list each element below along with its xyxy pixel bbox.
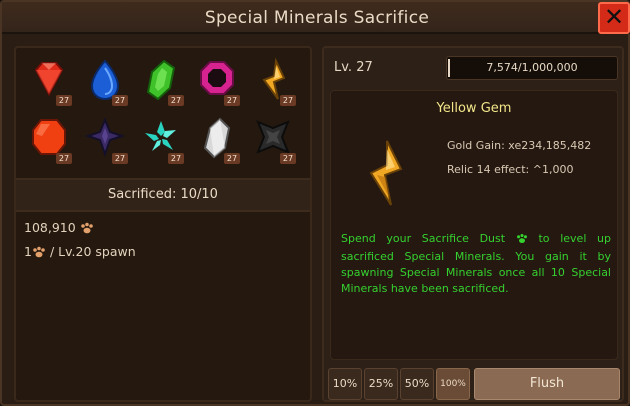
gem-count-badge: 27 xyxy=(280,153,296,164)
gem-slot-purple[interactable]: 27 xyxy=(80,114,130,166)
gem-count-badge: 27 xyxy=(56,153,72,164)
gem-count-badge: 27 xyxy=(168,95,184,106)
gem-slot-red[interactable]: 27 xyxy=(24,56,74,108)
gem-grid: 27 27 27 27 27 27 27 27 27 27 xyxy=(24,56,304,172)
dust-amount-row: 108,910 xyxy=(24,220,94,237)
gem-slot-cyan[interactable]: 27 xyxy=(136,114,186,166)
gem-slot-white[interactable]: 27 xyxy=(192,114,242,166)
gem-slot-blue[interactable]: 27 xyxy=(80,56,130,108)
gem-count-badge: 27 xyxy=(280,95,296,106)
yellow-gem-large-icon xyxy=(369,140,403,206)
gem-slot-yellow[interactable]: 27 xyxy=(248,56,298,108)
spawn-rate-row: 1 / Lv.20 spawn xyxy=(24,244,136,261)
gem-detail-panel: Lv. 27 7,574/1,000,000 Yellow Gem Gold G… xyxy=(322,46,624,402)
sacrificed-counter: Sacrificed: 10/10 xyxy=(16,178,310,212)
xp-progress-bar: 7,574/1,000,000 xyxy=(446,56,618,80)
gem-count-badge: 27 xyxy=(168,153,184,164)
level-label: Lv. 27 xyxy=(334,60,373,75)
gem-count-badge: 27 xyxy=(224,95,240,106)
sacrifice-amount-buttons: 10% 25% 50% 100% Flush xyxy=(328,368,622,400)
percent-25-button[interactable]: 25% xyxy=(364,368,398,400)
xp-progress-text: 7,574/1,000,000 xyxy=(486,61,578,74)
minerals-panel: 27 27 27 27 27 27 27 27 27 27 Sacrificed… xyxy=(14,46,312,402)
gem-count-badge: 27 xyxy=(56,95,72,106)
title-bar: Special Minerals Sacrifice ✕ xyxy=(2,2,630,34)
gem-detail-card: Yellow Gem Gold Gain: xe234,185,482 Reli… xyxy=(330,90,618,360)
gem-slot-black[interactable]: 27 xyxy=(248,114,298,166)
paw-dust-icon xyxy=(32,246,46,261)
gem-slot-pink[interactable]: 27 xyxy=(192,56,242,108)
spawn-rate-amount: 1 xyxy=(24,244,32,259)
gem-count-badge: 27 xyxy=(224,153,240,164)
percent-100-button[interactable]: 100% xyxy=(436,368,470,400)
window-title: Special Minerals Sacrifice xyxy=(204,8,430,28)
gem-count-badge: 27 xyxy=(112,153,128,164)
dust-amount: 108,910 xyxy=(24,220,76,235)
sacrifice-window: Special Minerals Sacrifice ✕ 27 27 27 27… xyxy=(0,0,630,406)
gem-count-badge: 27 xyxy=(112,95,128,106)
selected-gem-name: Yellow Gem xyxy=(436,101,512,116)
close-button[interactable]: ✕ xyxy=(598,2,630,34)
percent-10-button[interactable]: 10% xyxy=(328,368,362,400)
gold-gain-stat: Gold Gain: xe234,185,482 xyxy=(447,139,592,152)
paw-dust-icon xyxy=(516,233,528,249)
desc-part1: Spend your Sacrifice Dust xyxy=(341,232,506,245)
gem-slot-orange[interactable]: 27 xyxy=(24,114,74,166)
flush-button[interactable]: Flush xyxy=(474,368,620,400)
percent-50-button[interactable]: 50% xyxy=(400,368,434,400)
sacrifice-description: Spend your Sacrifice Dust to level up sa… xyxy=(341,231,611,297)
relic-effect-stat: Relic 14 effect: ^1,000 xyxy=(447,163,574,176)
spawn-rate-label: / Lv.20 spawn xyxy=(49,244,136,259)
paw-dust-icon xyxy=(80,222,94,237)
gem-slot-green[interactable]: 27 xyxy=(136,56,186,108)
